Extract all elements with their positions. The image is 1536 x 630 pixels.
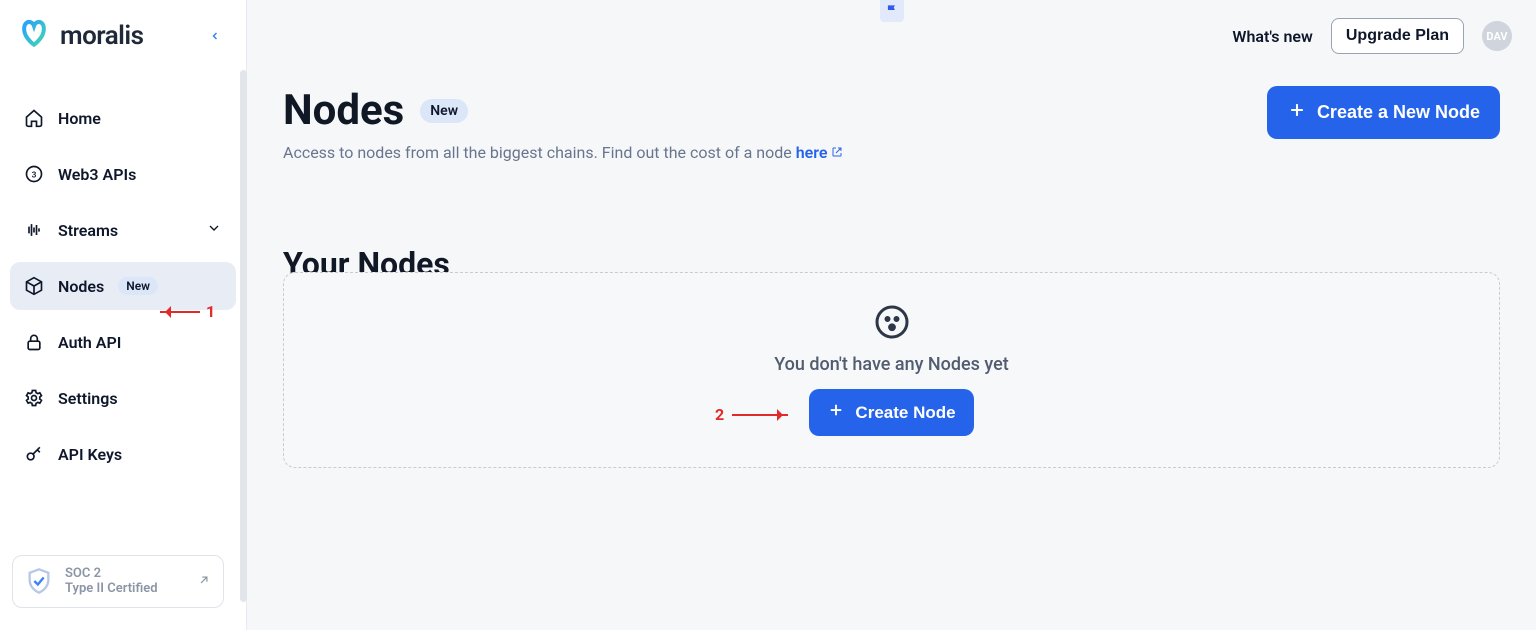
annotation-2: 2 bbox=[715, 405, 788, 424]
logo[interactable]: moralis bbox=[18, 18, 144, 54]
sidebar-item-settings[interactable]: Settings bbox=[10, 374, 236, 422]
sidebar-scrollbar[interactable] bbox=[240, 70, 247, 602]
upgrade-plan-button[interactable]: Upgrade Plan bbox=[1331, 18, 1464, 54]
external-link-icon bbox=[197, 572, 211, 591]
button-label: Create a New Node bbox=[1317, 102, 1480, 123]
topbar: What's new Upgrade Plan DAV bbox=[1232, 18, 1512, 54]
arrow-right-icon bbox=[732, 414, 788, 416]
annotation-label: 2 bbox=[715, 405, 724, 424]
external-link-icon bbox=[831, 143, 843, 162]
sidebar-collapse-button[interactable] bbox=[202, 23, 228, 49]
brand-name: moralis bbox=[60, 21, 144, 51]
soc2-line2: Type II Certified bbox=[65, 581, 158, 597]
chevron-down-icon bbox=[206, 220, 222, 240]
lock-icon bbox=[24, 332, 44, 352]
chevron-left-icon bbox=[209, 27, 221, 46]
soc2-badge[interactable]: SOC 2 Type II Certified bbox=[12, 555, 224, 608]
sidebar-item-label: Web3 APIs bbox=[58, 165, 136, 184]
stack-icon: 3 bbox=[24, 164, 44, 184]
home-icon bbox=[24, 108, 44, 128]
page-header-left: Nodes New Access to nodes from all the b… bbox=[283, 86, 843, 162]
svg-text:3: 3 bbox=[32, 170, 37, 180]
empty-state: You don't have any Nodes yet Create Node bbox=[283, 272, 1500, 468]
moralis-logo-icon bbox=[18, 18, 50, 54]
new-badge: New bbox=[118, 277, 158, 295]
soc2-text: SOC 2 Type II Certified bbox=[65, 566, 158, 597]
logo-row: moralis bbox=[0, 0, 246, 64]
shield-check-icon bbox=[25, 567, 53, 595]
plus-icon bbox=[827, 401, 845, 424]
whats-new-link[interactable]: What's new bbox=[1232, 27, 1312, 46]
pricing-link[interactable]: here bbox=[796, 143, 828, 162]
arrow-left-icon bbox=[160, 311, 200, 313]
waveform-icon bbox=[24, 220, 44, 240]
create-node-button[interactable]: Create Node bbox=[809, 389, 973, 436]
sidebar-item-label: Streams bbox=[58, 221, 118, 240]
main-content: What's new Upgrade Plan DAV Nodes New Ac… bbox=[247, 0, 1536, 630]
sidebar-item-home[interactable]: Home bbox=[10, 94, 236, 142]
sidebar-item-label: API Keys bbox=[58, 445, 122, 464]
create-new-node-button[interactable]: Create a New Node bbox=[1267, 86, 1500, 139]
sidebar-item-label: Nodes bbox=[58, 277, 104, 296]
sidebar-item-label: Auth API bbox=[58, 333, 121, 352]
subtitle-text: Access to nodes from all the biggest cha… bbox=[283, 143, 796, 162]
annotation-1: 1 bbox=[160, 302, 215, 321]
sidebar-item-api-keys[interactable]: API Keys bbox=[10, 430, 236, 478]
gear-icon bbox=[24, 388, 44, 408]
flag-icon bbox=[885, 2, 899, 21]
surprised-face-icon bbox=[874, 304, 910, 340]
soc2-line1: SOC 2 bbox=[65, 566, 158, 582]
new-badge: New bbox=[420, 99, 468, 123]
sidebar-nav: Home 3 Web3 APIs Streams Nodes New bbox=[0, 64, 246, 478]
feedback-flag[interactable] bbox=[880, 0, 904, 22]
sidebar-item-label: Settings bbox=[58, 389, 118, 408]
empty-message: You don't have any Nodes yet bbox=[774, 354, 1009, 375]
page-title: Nodes bbox=[283, 86, 404, 135]
plus-icon bbox=[1287, 100, 1307, 125]
page-header: Nodes New Access to nodes from all the b… bbox=[283, 86, 1500, 162]
avatar[interactable]: DAV bbox=[1482, 21, 1512, 51]
sidebar-item-label: Home bbox=[58, 109, 101, 128]
page-subtitle: Access to nodes from all the biggest cha… bbox=[283, 143, 843, 162]
empty-inner: You don't have any Nodes yet Create Node bbox=[774, 304, 1009, 436]
annotation-label: 1 bbox=[206, 302, 215, 321]
cube-icon bbox=[24, 276, 44, 296]
sidebar-item-auth-api[interactable]: Auth API bbox=[10, 318, 236, 366]
sidebar-item-web3-apis[interactable]: 3 Web3 APIs bbox=[10, 150, 236, 198]
title-row: Nodes New bbox=[283, 86, 843, 135]
sidebar-item-streams[interactable]: Streams bbox=[10, 206, 236, 254]
key-icon bbox=[24, 444, 44, 464]
button-label: Create Node bbox=[855, 403, 955, 423]
